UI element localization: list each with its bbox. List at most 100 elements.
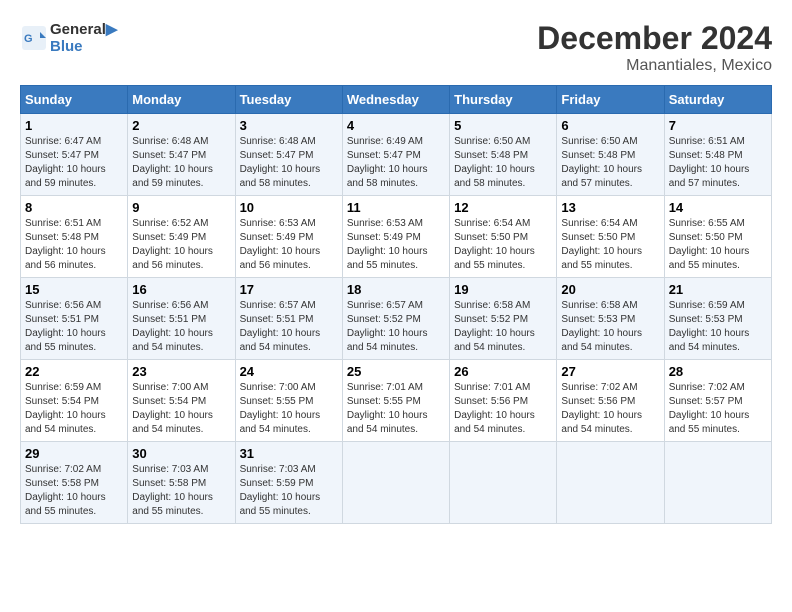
calendar-week-row: 15 Sunrise: 6:56 AMSunset: 5:51 PMDaylig…	[21, 278, 772, 360]
table-row: 31 Sunrise: 7:03 AMSunset: 5:59 PMDaylig…	[235, 442, 342, 524]
day-info: Sunrise: 6:55 AMSunset: 5:50 PMDaylight:…	[669, 218, 750, 271]
day-number: 25	[347, 364, 445, 379]
day-info: Sunrise: 6:47 AMSunset: 5:47 PMDaylight:…	[25, 136, 106, 189]
calendar-week-row: 8 Sunrise: 6:51 AMSunset: 5:48 PMDayligh…	[21, 196, 772, 278]
day-number: 31	[240, 446, 338, 461]
day-number: 15	[25, 282, 123, 297]
table-row	[557, 442, 664, 524]
day-info: Sunrise: 7:00 AMSunset: 5:54 PMDaylight:…	[132, 382, 213, 435]
day-info: Sunrise: 6:48 AMSunset: 5:47 PMDaylight:…	[132, 136, 213, 189]
col-tuesday: Tuesday	[235, 86, 342, 114]
table-row: 10 Sunrise: 6:53 AMSunset: 5:49 PMDaylig…	[235, 196, 342, 278]
calendar-week-row: 22 Sunrise: 6:59 AMSunset: 5:54 PMDaylig…	[21, 360, 772, 442]
col-friday: Friday	[557, 86, 664, 114]
day-number: 20	[561, 282, 659, 297]
day-number: 10	[240, 200, 338, 215]
table-row: 16 Sunrise: 6:56 AMSunset: 5:51 PMDaylig…	[128, 278, 235, 360]
table-row: 22 Sunrise: 6:59 AMSunset: 5:54 PMDaylig…	[21, 360, 128, 442]
table-row: 14 Sunrise: 6:55 AMSunset: 5:50 PMDaylig…	[664, 196, 771, 278]
day-number: 18	[347, 282, 445, 297]
day-number: 29	[25, 446, 123, 461]
col-sunday: Sunday	[21, 86, 128, 114]
day-info: Sunrise: 6:49 AMSunset: 5:47 PMDaylight:…	[347, 136, 428, 189]
table-row: 5 Sunrise: 6:50 AMSunset: 5:48 PMDayligh…	[450, 114, 557, 196]
calendar-table: Sunday Monday Tuesday Wednesday Thursday…	[20, 85, 772, 524]
table-row: 15 Sunrise: 6:56 AMSunset: 5:51 PMDaylig…	[21, 278, 128, 360]
svg-text:G: G	[24, 33, 33, 45]
table-row: 2 Sunrise: 6:48 AMSunset: 5:47 PMDayligh…	[128, 114, 235, 196]
table-row: 21 Sunrise: 6:59 AMSunset: 5:53 PMDaylig…	[664, 278, 771, 360]
day-number: 13	[561, 200, 659, 215]
page-subtitle: Manantiales, Mexico	[537, 57, 772, 75]
day-info: Sunrise: 6:50 AMSunset: 5:48 PMDaylight:…	[454, 136, 535, 189]
day-info: Sunrise: 6:56 AMSunset: 5:51 PMDaylight:…	[25, 300, 106, 353]
col-monday: Monday	[128, 86, 235, 114]
day-number: 21	[669, 282, 767, 297]
day-number: 3	[240, 118, 338, 133]
col-thursday: Thursday	[450, 86, 557, 114]
day-number: 23	[132, 364, 230, 379]
table-row: 29 Sunrise: 7:02 AMSunset: 5:58 PMDaylig…	[21, 442, 128, 524]
day-info: Sunrise: 7:01 AMSunset: 5:55 PMDaylight:…	[347, 382, 428, 435]
calendar-week-row: 1 Sunrise: 6:47 AMSunset: 5:47 PMDayligh…	[21, 114, 772, 196]
day-number: 8	[25, 200, 123, 215]
table-row: 26 Sunrise: 7:01 AMSunset: 5:56 PMDaylig…	[450, 360, 557, 442]
logo-icon: G	[20, 24, 48, 52]
day-number: 2	[132, 118, 230, 133]
day-info: Sunrise: 7:02 AMSunset: 5:57 PMDaylight:…	[669, 382, 750, 435]
day-number: 5	[454, 118, 552, 133]
day-info: Sunrise: 6:59 AMSunset: 5:54 PMDaylight:…	[25, 382, 106, 435]
table-row: 24 Sunrise: 7:00 AMSunset: 5:55 PMDaylig…	[235, 360, 342, 442]
table-row: 13 Sunrise: 6:54 AMSunset: 5:50 PMDaylig…	[557, 196, 664, 278]
table-row	[342, 442, 449, 524]
day-number: 14	[669, 200, 767, 215]
table-row: 4 Sunrise: 6:49 AMSunset: 5:47 PMDayligh…	[342, 114, 449, 196]
day-number: 6	[561, 118, 659, 133]
day-number: 24	[240, 364, 338, 379]
table-row: 25 Sunrise: 7:01 AMSunset: 5:55 PMDaylig…	[342, 360, 449, 442]
table-row: 20 Sunrise: 6:58 AMSunset: 5:53 PMDaylig…	[557, 278, 664, 360]
day-info: Sunrise: 6:59 AMSunset: 5:53 PMDaylight:…	[669, 300, 750, 353]
day-info: Sunrise: 7:01 AMSunset: 5:56 PMDaylight:…	[454, 382, 535, 435]
table-row: 6 Sunrise: 6:50 AMSunset: 5:48 PMDayligh…	[557, 114, 664, 196]
day-info: Sunrise: 7:00 AMSunset: 5:55 PMDaylight:…	[240, 382, 321, 435]
day-number: 17	[240, 282, 338, 297]
day-info: Sunrise: 6:53 AMSunset: 5:49 PMDaylight:…	[347, 218, 428, 271]
day-info: Sunrise: 6:51 AMSunset: 5:48 PMDaylight:…	[25, 218, 106, 271]
table-row: 8 Sunrise: 6:51 AMSunset: 5:48 PMDayligh…	[21, 196, 128, 278]
calendar-week-row: 29 Sunrise: 7:02 AMSunset: 5:58 PMDaylig…	[21, 442, 772, 524]
day-info: Sunrise: 7:02 AMSunset: 5:56 PMDaylight:…	[561, 382, 642, 435]
logo: G General▶ Blue	[20, 20, 117, 55]
table-row: 23 Sunrise: 7:00 AMSunset: 5:54 PMDaylig…	[128, 360, 235, 442]
col-saturday: Saturday	[664, 86, 771, 114]
day-number: 30	[132, 446, 230, 461]
day-info: Sunrise: 6:51 AMSunset: 5:48 PMDaylight:…	[669, 136, 750, 189]
day-info: Sunrise: 6:53 AMSunset: 5:49 PMDaylight:…	[240, 218, 321, 271]
day-info: Sunrise: 6:54 AMSunset: 5:50 PMDaylight:…	[561, 218, 642, 271]
table-row	[450, 442, 557, 524]
table-row: 30 Sunrise: 7:03 AMSunset: 5:58 PMDaylig…	[128, 442, 235, 524]
day-number: 1	[25, 118, 123, 133]
table-row: 3 Sunrise: 6:48 AMSunset: 5:47 PMDayligh…	[235, 114, 342, 196]
day-info: Sunrise: 6:57 AMSunset: 5:52 PMDaylight:…	[347, 300, 428, 353]
table-row: 28 Sunrise: 7:02 AMSunset: 5:57 PMDaylig…	[664, 360, 771, 442]
day-info: Sunrise: 6:58 AMSunset: 5:52 PMDaylight:…	[454, 300, 535, 353]
page-title: December 2024	[537, 20, 772, 57]
day-info: Sunrise: 7:03 AMSunset: 5:58 PMDaylight:…	[132, 464, 213, 517]
day-info: Sunrise: 6:50 AMSunset: 5:48 PMDaylight:…	[561, 136, 642, 189]
table-row	[664, 442, 771, 524]
day-info: Sunrise: 7:03 AMSunset: 5:59 PMDaylight:…	[240, 464, 321, 517]
table-row: 19 Sunrise: 6:58 AMSunset: 5:52 PMDaylig…	[450, 278, 557, 360]
day-number: 12	[454, 200, 552, 215]
day-info: Sunrise: 6:54 AMSunset: 5:50 PMDaylight:…	[454, 218, 535, 271]
day-number: 4	[347, 118, 445, 133]
day-number: 16	[132, 282, 230, 297]
day-number: 11	[347, 200, 445, 215]
page-header: G General▶ Blue December 2024 Manantiale…	[20, 20, 772, 75]
table-row: 27 Sunrise: 7:02 AMSunset: 5:56 PMDaylig…	[557, 360, 664, 442]
table-row: 11 Sunrise: 6:53 AMSunset: 5:49 PMDaylig…	[342, 196, 449, 278]
table-row: 1 Sunrise: 6:47 AMSunset: 5:47 PMDayligh…	[21, 114, 128, 196]
table-row: 9 Sunrise: 6:52 AMSunset: 5:49 PMDayligh…	[128, 196, 235, 278]
day-info: Sunrise: 6:52 AMSunset: 5:49 PMDaylight:…	[132, 218, 213, 271]
day-info: Sunrise: 7:02 AMSunset: 5:58 PMDaylight:…	[25, 464, 106, 517]
